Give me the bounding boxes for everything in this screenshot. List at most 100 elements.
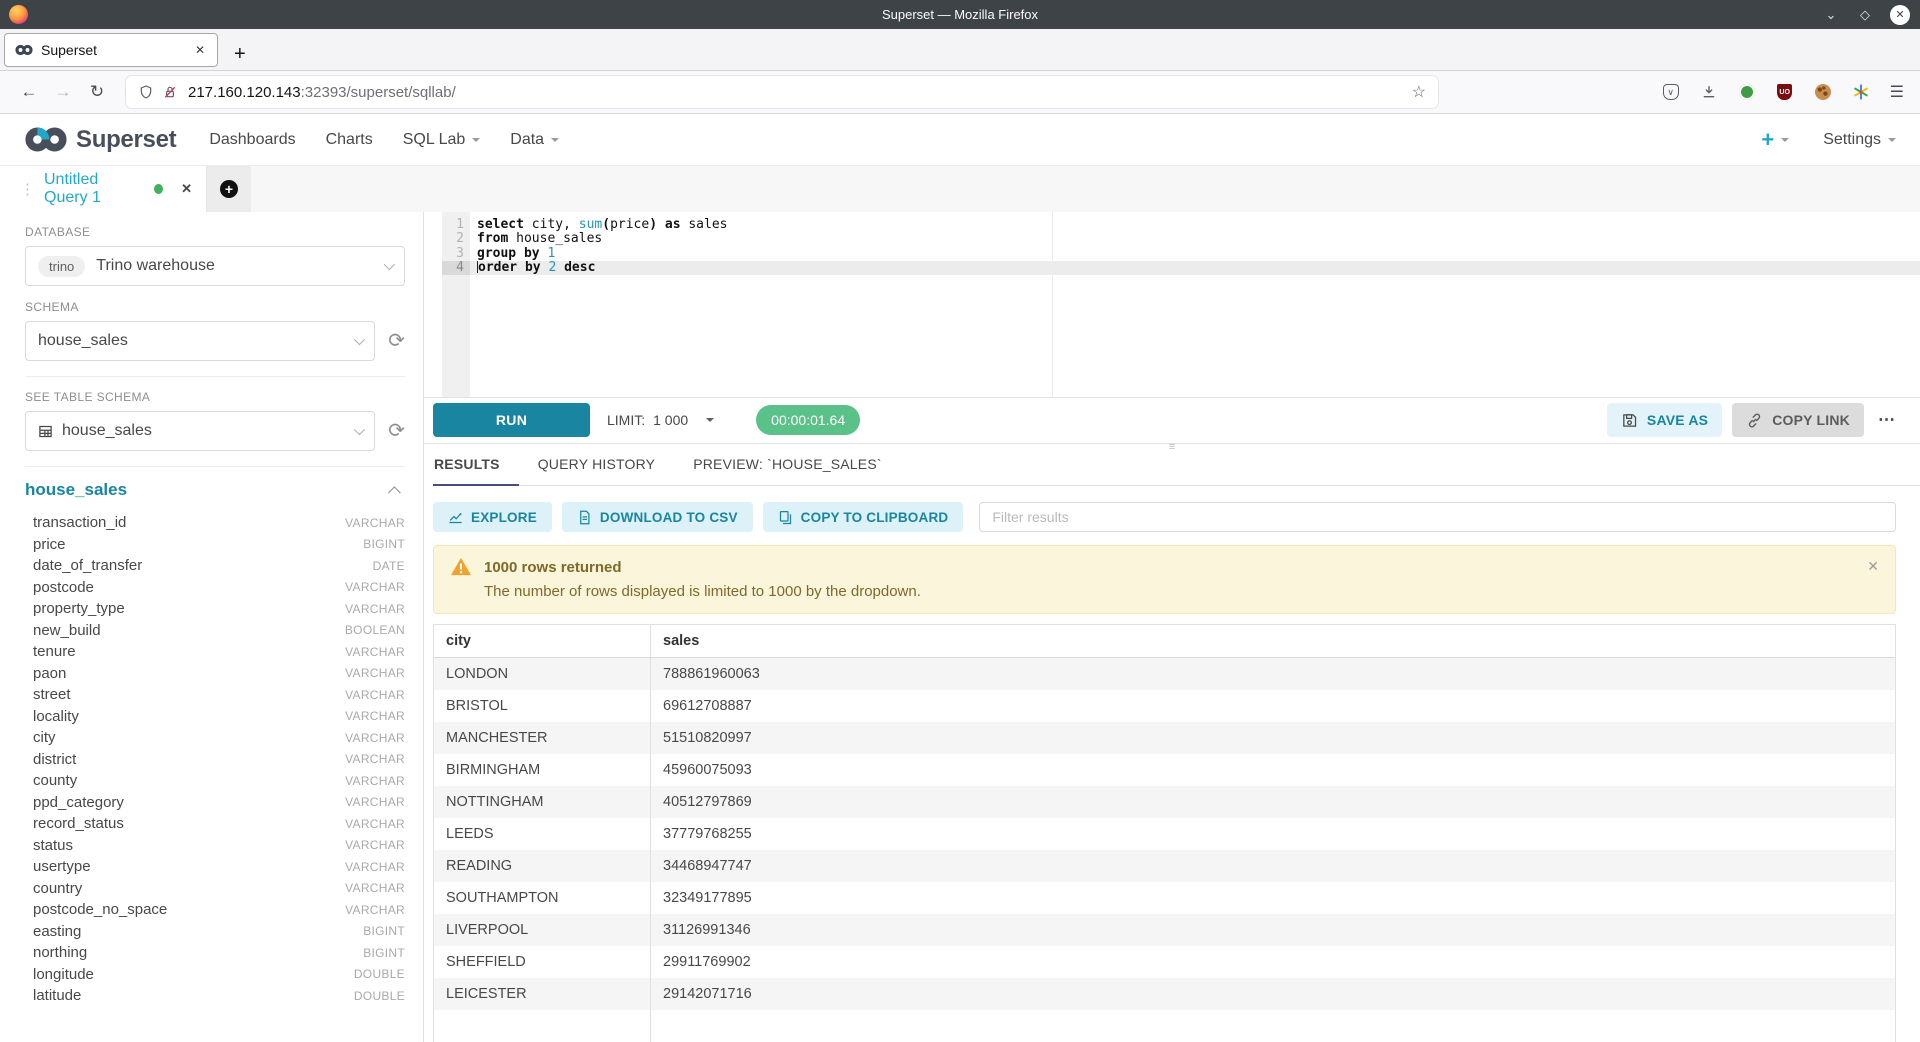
chevron-down-icon xyxy=(354,424,365,435)
menu-hamburger-icon[interactable]: ☰ xyxy=(1890,82,1904,102)
column-type: VARCHAR xyxy=(345,817,405,831)
plus-icon: + xyxy=(1761,130,1774,150)
collapse-chevron-up-icon[interactable] xyxy=(388,486,401,499)
bookmark-star-icon[interactable]: ☆ xyxy=(1412,82,1426,102)
limit-dropdown[interactable]: LIMIT: 1 000 xyxy=(607,412,714,428)
column-row[interactable]: postcode_no_spaceVARCHAR xyxy=(25,899,405,921)
table-row[interactable]: LIVERPOOL31126991346 xyxy=(434,914,1895,946)
superset-logo[interactable]: Superset xyxy=(24,126,176,154)
header-cell-sales[interactable]: sales xyxy=(650,625,1895,657)
asterisk-extension-icon[interactable] xyxy=(1852,83,1870,101)
table-row[interactable]: LEEDS37779768255 xyxy=(434,818,1895,850)
query-tab[interactable]: ⋮ Untitled Query 1 ✕ xyxy=(0,166,207,212)
column-row[interactable]: paonVARCHAR xyxy=(25,663,405,685)
table-row[interactable]: LONDON788861960063 xyxy=(434,658,1895,690)
results-actions: EXPLORE DOWNLOAD TO CSV COPY TO CLIPBOARD xyxy=(433,502,1896,532)
nav-item-charts[interactable]: Charts xyxy=(311,131,388,149)
table-row[interactable]: BRISTOL69612708887 xyxy=(434,690,1895,722)
back-icon[interactable]: ← xyxy=(12,82,46,102)
browser-tab[interactable]: Superset ✕ xyxy=(4,33,218,67)
nav-item-data[interactable]: Data xyxy=(495,131,574,149)
add-query-tab-button[interactable]: + xyxy=(207,166,251,212)
column-row[interactable]: record_statusVARCHAR xyxy=(25,813,405,835)
column-row[interactable]: statusVARCHAR xyxy=(25,835,405,857)
window-minimize-button[interactable]: ⌄ xyxy=(1822,7,1840,23)
window-maximize-button[interactable]: ◇ xyxy=(1856,7,1874,23)
resize-grip-icon[interactable]: ≡ xyxy=(1169,443,1175,452)
refresh-table-icon[interactable]: ⟳ xyxy=(388,421,405,441)
drag-handle-icon[interactable]: ⋮ xyxy=(20,180,34,198)
column-row[interactable]: property_typeVARCHAR xyxy=(25,598,405,620)
save-as-button[interactable]: SAVE AS xyxy=(1607,403,1722,437)
ublock-icon[interactable]: UO xyxy=(1776,83,1794,101)
column-row[interactable]: priceBIGINT xyxy=(25,534,405,556)
privacy-extension-icon[interactable] xyxy=(1738,83,1756,101)
table-row[interactable]: BIRMINGHAM45960075093 xyxy=(434,754,1895,786)
column-name: paon xyxy=(33,665,66,682)
column-type: VARCHAR xyxy=(345,795,405,809)
table-row[interactable]: SHEFFIELD29911769902 xyxy=(434,946,1895,978)
copy-to-clipboard-button[interactable]: COPY TO CLIPBOARD xyxy=(763,502,964,532)
limit-label: LIMIT: xyxy=(607,412,645,428)
column-row[interactable]: longitudeDOUBLE xyxy=(25,964,405,986)
nav-item-dashboards[interactable]: Dashboards xyxy=(194,131,310,149)
tab-query-history[interactable]: QUERY HISTORY xyxy=(519,444,675,485)
column-row[interactable]: ppd_categoryVARCHAR xyxy=(25,792,405,814)
reload-icon[interactable]: ↻ xyxy=(80,82,114,102)
column-row[interactable]: postcodeVARCHAR xyxy=(25,577,405,599)
column-type: DATE xyxy=(373,559,405,573)
tab-preview-house-sales[interactable]: PREVIEW: `HOUSE_SALES` xyxy=(674,444,901,485)
schema-select[interactable]: house_sales xyxy=(25,321,375,361)
column-name: usertype xyxy=(33,858,91,875)
downloads-icon[interactable] xyxy=(1700,83,1718,101)
table-row[interactable]: SOUTHAMPTON32349177895 xyxy=(434,882,1895,914)
column-row[interactable]: localityVARCHAR xyxy=(25,706,405,728)
database-label: DATABASE xyxy=(25,225,405,239)
table-select[interactable]: house_sales xyxy=(25,411,375,451)
copy-link-button[interactable]: COPY LINK xyxy=(1732,403,1864,437)
filter-results-input[interactable] xyxy=(979,502,1896,532)
column-row[interactable]: new_buildBOOLEAN xyxy=(25,620,405,642)
database-value: Trino warehouse xyxy=(96,257,215,275)
column-row[interactable]: latitudeDOUBLE xyxy=(25,985,405,1007)
window-title: Superset — Mozilla Firefox xyxy=(0,7,1920,22)
tab-close-icon[interactable]: ✕ xyxy=(193,43,207,57)
column-row[interactable]: tenureVARCHAR xyxy=(25,641,405,663)
forward-icon[interactable]: → xyxy=(46,82,80,102)
new-tab-button[interactable]: + xyxy=(234,44,246,64)
pocket-icon[interactable]: ∨ xyxy=(1662,83,1680,101)
header-cell-city[interactable]: city xyxy=(434,625,650,657)
cookie-extension-icon[interactable] xyxy=(1814,83,1832,101)
column-row[interactable]: cityVARCHAR xyxy=(25,727,405,749)
column-row[interactable]: streetVARCHAR xyxy=(25,684,405,706)
table-row[interactable]: READING34468947747 xyxy=(434,850,1895,882)
tab-results[interactable]: RESULTS xyxy=(433,444,519,485)
add-new-button[interactable]: + xyxy=(1761,130,1789,150)
column-row[interactable]: northingBIGINT xyxy=(25,942,405,964)
column-row[interactable]: countryVARCHAR xyxy=(25,878,405,900)
sql-editor[interactable]: 1234 select city, sum(price) as salesfro… xyxy=(424,212,1920,398)
editor-code[interactable]: select city, sum(price) as salesfrom hou… xyxy=(470,212,1920,397)
table-row[interactable]: MANCHESTER51510820997 xyxy=(434,722,1895,754)
table-name-heading[interactable]: house_sales xyxy=(25,480,127,500)
settings-menu[interactable]: Settings xyxy=(1823,131,1896,149)
table-row[interactable]: LEICESTER29142071716 xyxy=(434,978,1895,1010)
column-row[interactable]: transaction_idVARCHAR xyxy=(25,512,405,534)
column-row[interactable]: usertypeVARCHAR xyxy=(25,856,405,878)
window-close-button[interactable]: ✕ xyxy=(1890,5,1910,25)
download-to-csv-button[interactable]: DOWNLOAD TO CSV xyxy=(562,502,753,532)
column-row[interactable]: eastingBIGINT xyxy=(25,921,405,943)
explore-button[interactable]: EXPLORE xyxy=(433,502,552,532)
query-tab-close-icon[interactable]: ✕ xyxy=(181,181,192,197)
column-row[interactable]: countyVARCHAR xyxy=(25,770,405,792)
nav-item-sql-lab[interactable]: SQL Lab xyxy=(388,131,496,149)
more-menu-icon[interactable]: ⋯ xyxy=(1878,410,1896,430)
database-select[interactable]: trino Trino warehouse xyxy=(25,246,405,286)
run-button[interactable]: RUN xyxy=(433,403,590,437)
alert-close-icon[interactable]: ✕ xyxy=(1867,558,1879,575)
column-row[interactable]: districtVARCHAR xyxy=(25,749,405,771)
refresh-schema-icon[interactable]: ⟳ xyxy=(388,331,405,351)
table-row[interactable]: NOTTINGHAM40512797869 xyxy=(434,786,1895,818)
column-row[interactable]: date_of_transferDATE xyxy=(25,555,405,577)
url-bar[interactable]: 217.160.120.143:32393/superset/sqllab/ ☆ xyxy=(126,76,1438,108)
